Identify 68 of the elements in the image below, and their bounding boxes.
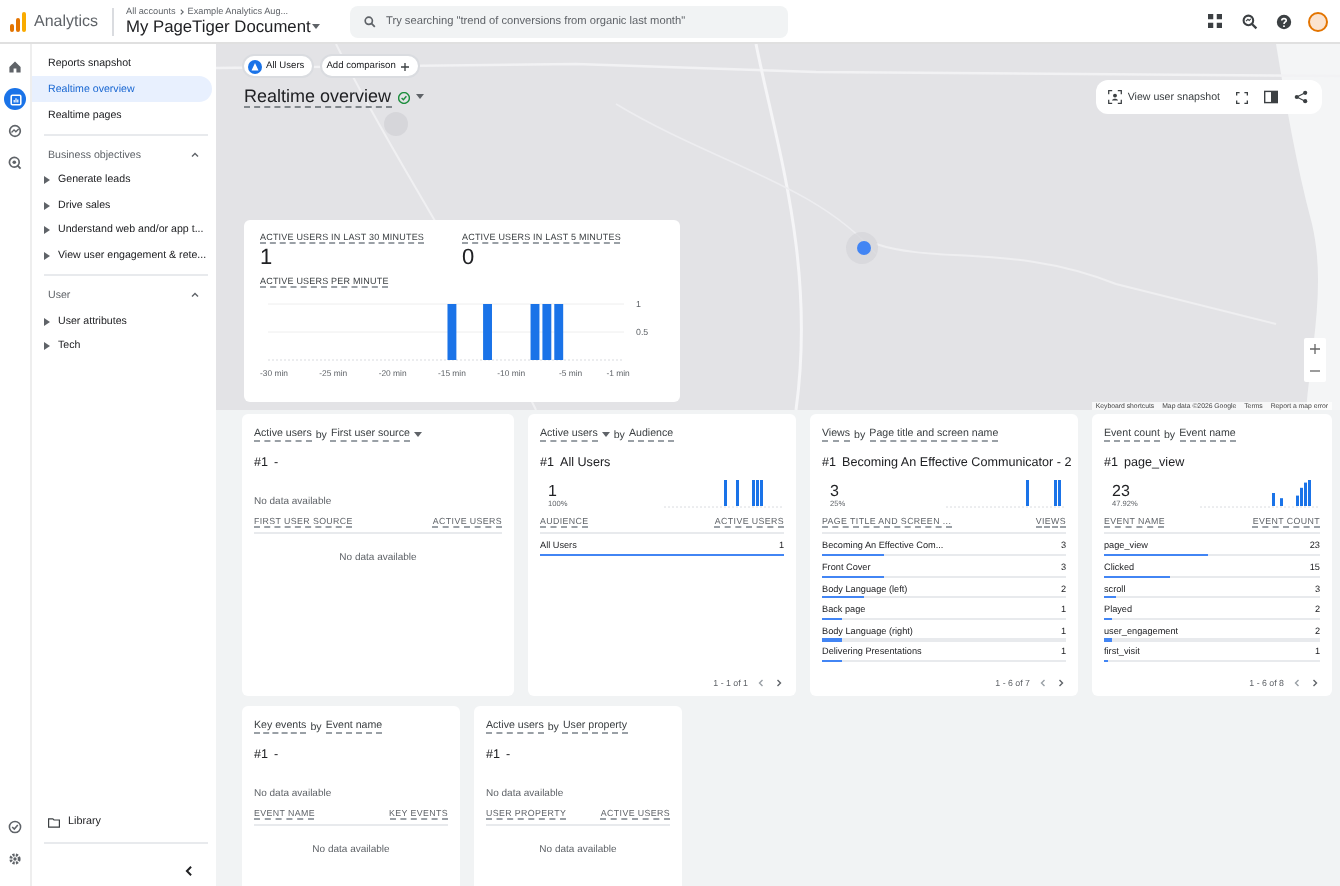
share-button[interactable] xyxy=(1292,88,1310,106)
next-page-button[interactable] xyxy=(1310,676,1320,688)
settings-button[interactable] xyxy=(4,848,26,870)
chevron-right-icon xyxy=(774,677,784,687)
collapse-button[interactable] xyxy=(180,862,196,878)
search-icon xyxy=(364,15,376,27)
help-icon xyxy=(1275,13,1291,29)
account-avatar[interactable] xyxy=(1308,11,1328,31)
chart-circle-icon xyxy=(8,124,22,138)
sparkline-chart xyxy=(1200,476,1320,508)
zoom-in-button[interactable] xyxy=(1304,338,1326,360)
rail-button[interactable] xyxy=(4,120,26,142)
search-insights-button[interactable] xyxy=(1240,12,1258,30)
chevron-left-icon xyxy=(181,863,195,877)
minus-icon xyxy=(1310,366,1320,376)
folder-icon xyxy=(48,817,60,827)
share-icon xyxy=(1294,90,1308,104)
grid-icon xyxy=(1208,14,1222,28)
product-name: Analytics xyxy=(34,12,99,30)
check-circle-icon xyxy=(8,820,22,834)
fullscreen-button[interactable] xyxy=(1232,88,1250,106)
metric-value: 1 xyxy=(260,246,275,270)
expand-arrow-icon xyxy=(44,342,50,351)
person-focus-icon xyxy=(1107,90,1122,104)
chevron-up-icon xyxy=(190,150,200,160)
top-item-value: 3 xyxy=(830,482,841,500)
compare-button[interactable] xyxy=(1262,88,1280,106)
expand-arrow-icon xyxy=(44,252,50,261)
caret-icon xyxy=(312,23,321,29)
next-page-button[interactable] xyxy=(1056,676,1066,688)
rail-button[interactable] xyxy=(4,152,26,174)
home-icon xyxy=(8,60,22,74)
bar-chart-icon xyxy=(9,93,21,105)
caret-icon xyxy=(415,94,424,100)
magnifier-chart-icon xyxy=(1241,13,1257,29)
fullscreen-icon xyxy=(1235,91,1247,103)
rail-button[interactable] xyxy=(4,88,26,110)
expand-arrow-icon xyxy=(44,317,50,326)
chevron-right-icon xyxy=(1310,677,1320,687)
split-panel-icon xyxy=(1264,90,1278,104)
expand-arrow-icon xyxy=(44,226,50,235)
property-selector[interactable]: My PageTiger Document xyxy=(126,16,342,36)
top-item-value: 23 xyxy=(1112,482,1132,500)
plus-icon xyxy=(1310,344,1320,354)
page-title: Realtime overview xyxy=(244,86,392,108)
plus-icon xyxy=(399,61,410,71)
segment-icon xyxy=(248,59,262,73)
help-button[interactable] xyxy=(1274,12,1292,30)
top-item-value: 1 xyxy=(548,482,559,500)
next-page-button[interactable] xyxy=(774,676,784,688)
sparkline-chart xyxy=(946,476,1066,508)
rail-button[interactable] xyxy=(4,56,26,78)
chevron-right-icon xyxy=(1056,677,1066,687)
check-circle-icon xyxy=(397,91,410,103)
chevron-left-icon xyxy=(1292,677,1302,687)
chevron-left-icon xyxy=(1038,677,1048,687)
admin-button[interactable] xyxy=(4,816,26,838)
chart-bar xyxy=(483,304,492,360)
metric-value: 0 xyxy=(462,246,477,270)
expand-arrow-icon xyxy=(44,201,50,210)
logo-icon xyxy=(10,11,26,31)
expand-arrow-icon xyxy=(44,176,50,185)
apps-grid-button[interactable] xyxy=(1206,12,1224,30)
chevron-up-icon xyxy=(190,290,200,301)
settings-icon xyxy=(8,852,22,866)
sparkline-chart xyxy=(664,476,784,508)
chart-bar xyxy=(447,304,457,360)
chevron-left-icon xyxy=(756,677,766,687)
